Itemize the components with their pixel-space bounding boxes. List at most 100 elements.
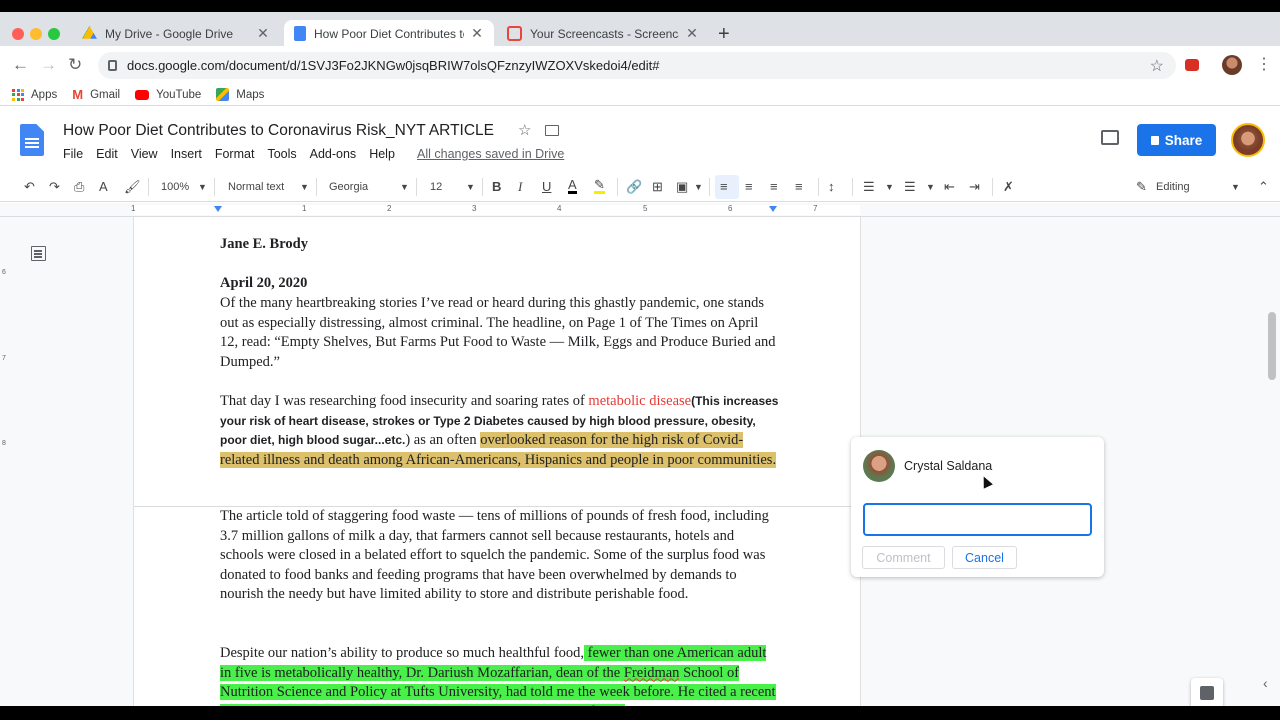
comment-cancel-button[interactable]: Cancel bbox=[952, 546, 1017, 569]
close-icon[interactable]: ✕ bbox=[256, 25, 270, 42]
bookmark-youtube[interactable]: YouTube bbox=[135, 89, 201, 101]
paragraph-style-select[interactable]: Normal text bbox=[228, 179, 284, 195]
align-left-icon[interactable]: ≡ bbox=[720, 179, 728, 195]
chevron-down-icon[interactable]: ▼ bbox=[694, 179, 703, 195]
document-outline-icon[interactable] bbox=[31, 246, 46, 261]
line-spacing-icon[interactable]: ↕ bbox=[828, 179, 835, 195]
bookmark-star-icon[interactable]: ☆ bbox=[1150, 56, 1164, 76]
undo-icon[interactable]: ↶ bbox=[24, 179, 35, 195]
collapse-menus-chevron-icon[interactable]: ⌃ bbox=[1258, 179, 1269, 195]
ruler-number: 1 bbox=[131, 204, 136, 213]
chevron-down-icon[interactable]: ▼ bbox=[926, 179, 935, 195]
chevron-down-icon[interactable]: ▼ bbox=[198, 179, 207, 195]
formatting-toolbar: ↶ ↷ ⎙ A 🖌 100% ▼ Normal text ▼ Georgia ▼… bbox=[0, 172, 1280, 202]
font-size-select[interactable]: 12 bbox=[430, 179, 442, 195]
ruler-track bbox=[134, 205, 860, 215]
bookmark-gmail[interactable]: M Gmail bbox=[72, 87, 120, 102]
left-indent-marker[interactable] bbox=[214, 206, 222, 212]
new-tab-button[interactable]: + bbox=[718, 24, 730, 44]
insert-link-icon[interactable]: 🔗 bbox=[626, 179, 642, 195]
toolbar-divider bbox=[416, 178, 417, 196]
zoom-select[interactable]: 100% bbox=[161, 179, 189, 195]
comment-submit-button[interactable]: Comment bbox=[862, 546, 945, 569]
docs-header: How Poor Diet Contributes to Coronavirus… bbox=[0, 106, 1280, 172]
paragraph-3: The article told of staggering food wast… bbox=[220, 508, 769, 602]
google-drive-icon bbox=[82, 26, 97, 39]
close-icon[interactable]: ✕ bbox=[470, 25, 484, 42]
document-title[interactable]: How Poor Diet Contributes to Coronavirus… bbox=[63, 122, 494, 140]
menu-add-ons[interactable]: Add-ons bbox=[310, 147, 357, 161]
menu-format[interactable]: Format bbox=[215, 147, 255, 161]
redo-icon[interactable]: ↷ bbox=[49, 179, 60, 195]
menu-view[interactable]: View bbox=[131, 147, 158, 161]
screencastify-extension-icon[interactable] bbox=[1185, 59, 1199, 71]
tab-google-drive[interactable]: My Drive - Google Drive ✕ bbox=[72, 20, 280, 47]
clear-formatting-icon[interactable]: ✗ bbox=[1003, 179, 1014, 195]
move-to-folder-icon[interactable] bbox=[545, 125, 559, 136]
increase-indent-icon[interactable]: ⇥ bbox=[969, 179, 980, 195]
bookmark-apps[interactable]: Apps bbox=[12, 88, 57, 101]
menu-edit[interactable]: Edit bbox=[96, 147, 118, 161]
comment-input[interactable] bbox=[863, 503, 1092, 536]
highlight-color-icon[interactable]: ✎ bbox=[594, 178, 605, 194]
bulleted-list-icon[interactable]: ☰ bbox=[904, 179, 916, 195]
decrease-indent-icon[interactable]: ⇤ bbox=[944, 179, 955, 195]
bookmark-maps[interactable]: Maps bbox=[216, 88, 264, 101]
menu-help[interactable]: Help bbox=[369, 147, 395, 161]
tab-screencastify[interactable]: Your Screencasts - Screencastif ✕ bbox=[497, 20, 709, 47]
close-window-button[interactable] bbox=[12, 28, 24, 40]
chevron-down-icon[interactable]: ▼ bbox=[885, 179, 894, 195]
back-arrow-icon[interactable]: ← bbox=[12, 56, 29, 73]
font-select[interactable]: Georgia bbox=[329, 179, 368, 195]
google-docs-logo-icon[interactable] bbox=[20, 124, 44, 156]
chrome-profile-avatar[interactable] bbox=[1222, 55, 1242, 75]
numbered-list-icon[interactable]: ☰ bbox=[863, 179, 875, 195]
add-comment-icon[interactable]: ⊞ bbox=[652, 179, 663, 195]
spellcheck-icon[interactable]: A bbox=[99, 179, 108, 195]
maximize-window-button[interactable] bbox=[48, 28, 60, 40]
print-icon[interactable]: ⎙ bbox=[74, 179, 84, 195]
save-status-link[interactable]: All changes saved in Drive bbox=[417, 147, 564, 161]
screencastify-icon bbox=[507, 26, 522, 41]
text-color-icon[interactable]: A bbox=[568, 178, 577, 194]
bold-icon[interactable]: B bbox=[492, 179, 501, 195]
menu-file[interactable]: File bbox=[63, 147, 83, 161]
right-indent-marker[interactable] bbox=[769, 206, 777, 212]
author-name: Jane E. Brody bbox=[220, 236, 308, 252]
align-center-icon[interactable]: ≡ bbox=[745, 179, 753, 195]
close-icon[interactable]: ✕ bbox=[685, 25, 699, 42]
star-icon[interactable]: ☆ bbox=[518, 121, 531, 139]
address-bar[interactable]: docs.google.com/document/d/1SVJ3Fo2JKNGw… bbox=[98, 52, 1176, 79]
insert-image-icon[interactable]: ▣ bbox=[676, 179, 688, 195]
align-justify-icon[interactable]: ≡ bbox=[795, 179, 803, 195]
share-button[interactable]: Share bbox=[1137, 124, 1216, 156]
explore-button[interactable] bbox=[1191, 678, 1223, 706]
reload-icon[interactable]: ↻ bbox=[68, 56, 82, 73]
kebab-menu-icon[interactable]: ⋮ bbox=[1256, 54, 1272, 74]
chevron-down-icon[interactable]: ▼ bbox=[400, 179, 409, 195]
forward-arrow-icon[interactable]: → bbox=[40, 56, 57, 73]
align-right-icon[interactable]: ≡ bbox=[770, 179, 778, 195]
gmail-icon: M bbox=[72, 87, 84, 102]
ruler-number: 6 bbox=[2, 269, 6, 276]
youtube-icon bbox=[135, 89, 150, 100]
chevron-down-icon[interactable]: ▼ bbox=[466, 179, 475, 195]
editing-mode-select[interactable]: Editing bbox=[1156, 179, 1190, 195]
tab-google-doc[interactable]: How Poor Diet Contributes to Co ✕ bbox=[284, 20, 494, 47]
menu-insert[interactable]: Insert bbox=[171, 147, 202, 161]
minimize-window-button[interactable] bbox=[30, 28, 42, 40]
paint-format-icon[interactable]: 🖌 bbox=[124, 179, 141, 195]
chevron-down-icon[interactable]: ▼ bbox=[1231, 179, 1240, 195]
account-avatar[interactable] bbox=[1231, 123, 1265, 157]
italic-icon[interactable]: I bbox=[518, 179, 522, 195]
misspelled-word[interactable]: Freidman bbox=[623, 664, 680, 681]
vertical-scrollbar[interactable] bbox=[1268, 312, 1276, 380]
share-label: Share bbox=[1164, 132, 1203, 148]
chevron-down-icon[interactable]: ▼ bbox=[300, 179, 309, 195]
menu-tools[interactable]: Tools bbox=[267, 147, 296, 161]
document-page[interactable]: Jane E. Brody April 20, 2020 Of the many… bbox=[134, 217, 860, 706]
comment-history-icon[interactable] bbox=[1101, 130, 1119, 145]
ruler-number: 3 bbox=[472, 204, 477, 213]
underline-icon[interactable]: U bbox=[542, 179, 551, 195]
chevron-left-icon[interactable]: ‹ bbox=[1263, 675, 1268, 691]
